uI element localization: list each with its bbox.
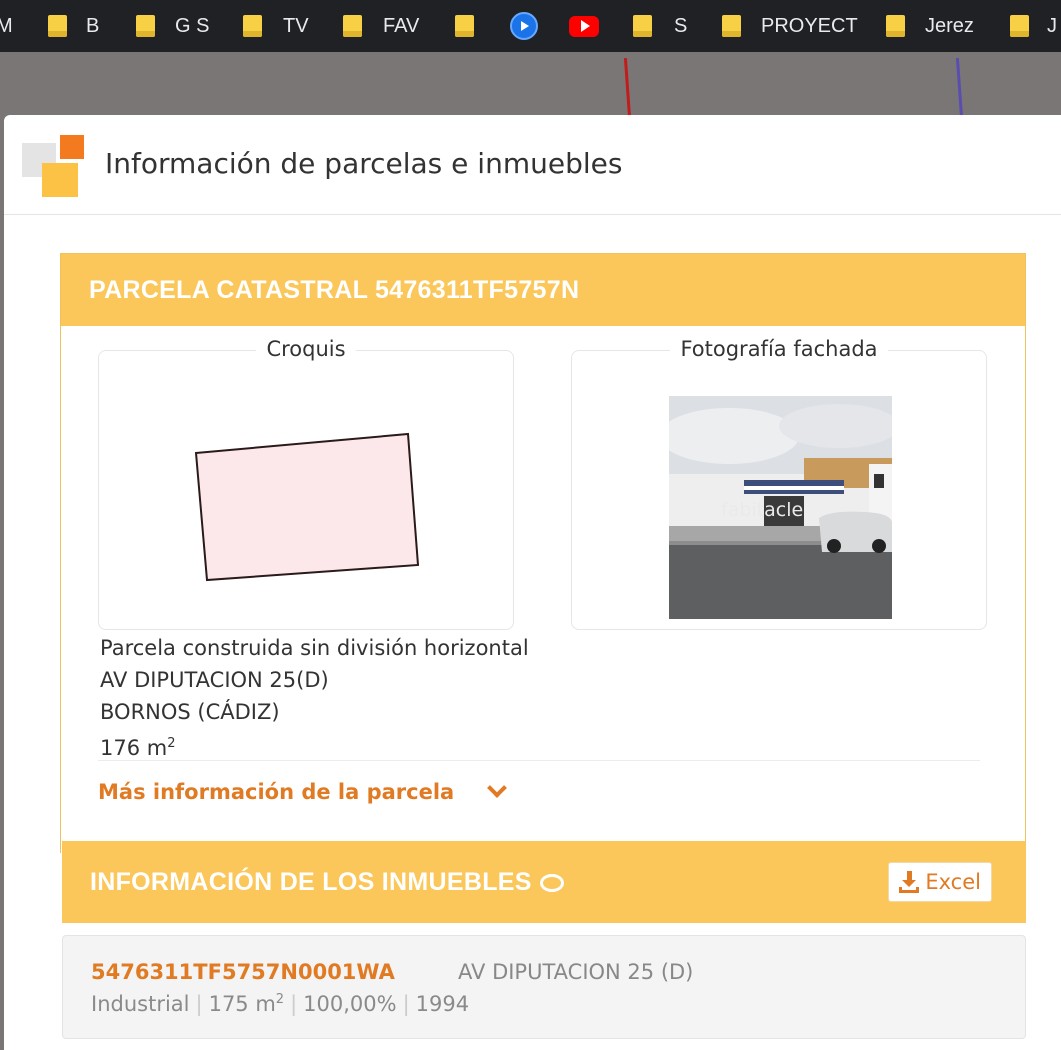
bookmark-jerez[interactable]: Jerez: [886, 0, 974, 52]
facade-photo-box: Fotografía fachada fabitacle: [571, 337, 987, 630]
property-use: Industrial: [91, 992, 190, 1016]
folder-icon: [886, 15, 905, 37]
bookmark-gs[interactable]: G S: [136, 0, 209, 52]
folder-icon: [243, 15, 262, 37]
croquis-box: Croquis: [98, 337, 515, 631]
parcel-address: AV DIPUTACION 25(D): [100, 668, 329, 692]
parcel-municipality: BORNOS (CÁDIZ): [100, 700, 280, 724]
parcel-heading: PARCELA CATASTRAL 5476311TF5757N: [89, 275, 580, 304]
property-address: AV DIPUTACION 25 (D): [458, 960, 694, 984]
download-icon: [899, 871, 920, 893]
bookmark-youtube[interactable]: [569, 0, 599, 52]
properties-heading: INFORMACIÓN DE LOS INMUEBLES: [90, 868, 564, 897]
bookmark-b[interactable]: B: [48, 0, 99, 52]
folder-icon: [633, 15, 652, 37]
bookmark-s[interactable]: S: [633, 0, 687, 52]
folder-icon: [136, 15, 155, 37]
parcel-description: Parcela construida sin división horizont…: [100, 632, 529, 764]
bookmarks-bar: M B G S TV FAV S PROYECT Jerez J: [0, 0, 1061, 52]
properties-panel: INFORMACIÓN DE LOS INMUEBLES Excel 54763…: [62, 841, 1026, 1050]
parcel-panel: PARCELA CATASTRAL 5476311TF5757N Croquis…: [60, 253, 1026, 853]
more-info-label: Más información de la parcela: [98, 780, 455, 804]
properties-panel-header: INFORMACIÓN DE LOS INMUEBLES Excel: [62, 841, 1026, 923]
catastro-logo-icon: [22, 135, 86, 199]
youtube-icon: [569, 15, 599, 37]
parcel-panel-header: PARCELA CATASTRAL 5476311TF5757N: [61, 254, 1025, 326]
parcel-info-modal: Información de parcelas e inmuebles PARC…: [4, 115, 1061, 1050]
folder-icon: [1010, 15, 1029, 37]
facade-photo[interactable]: fabitacle: [669, 396, 892, 619]
excel-download-button[interactable]: Excel: [888, 862, 992, 902]
bookmark-play[interactable]: [510, 0, 538, 52]
divider: [98, 760, 980, 761]
bookmark-tv[interactable]: TV: [243, 0, 309, 52]
folder-icon: [48, 15, 67, 37]
bookmark-folder[interactable]: [455, 0, 474, 52]
comment-icon[interactable]: [539, 873, 564, 892]
property-area: 175 m2: [208, 992, 285, 1016]
bookmark-m[interactable]: M: [0, 0, 13, 52]
bookmark-proyect[interactable]: PROYECT: [722, 0, 858, 52]
folder-icon: [722, 15, 741, 37]
property-year: 1994: [415, 992, 470, 1016]
photo-label: Fotografía fachada: [670, 337, 888, 361]
property-reference-link[interactable]: 5476311TF5757N0001WA: [91, 960, 395, 984]
excel-label: Excel: [925, 870, 981, 894]
folder-icon: [343, 15, 362, 37]
bookmark-fav[interactable]: FAV: [343, 0, 419, 52]
folder-icon: [455, 15, 474, 37]
parcel-type: Parcela construida sin división horizont…: [100, 636, 529, 660]
modal-header: Información de parcelas e inmuebles: [4, 115, 1061, 215]
play-icon: [510, 12, 538, 40]
property-row[interactable]: 5476311TF5757N0001WA AV DIPUTACION 25 (D…: [62, 935, 1026, 1039]
more-parcel-info-link[interactable]: Más información de la parcela: [98, 778, 508, 804]
modal-title: Información de parcelas e inmuebles: [105, 147, 623, 180]
parcel-sketch[interactable]: [99, 351, 515, 631]
bookmark-j[interactable]: J: [1010, 0, 1057, 52]
property-share: 100,00%: [303, 992, 397, 1016]
parcel-area: 176 m2: [100, 736, 176, 760]
chevron-down-icon: [487, 778, 508, 798]
property-meta: Industrial | 175 m2 | 100,00% | 1994: [91, 992, 470, 1016]
photo-watermark: fabitacle: [721, 499, 803, 521]
